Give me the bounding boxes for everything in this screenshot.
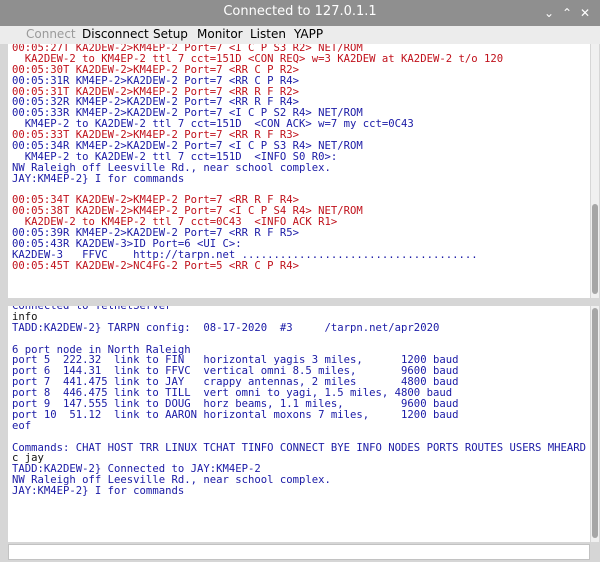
monitor-line: 00:05:31R KM4EP-2>KA2DEW-2 Port=7 <RR C … [12, 74, 300, 87]
menu-disconnect[interactable]: Disconnect [82, 27, 149, 41]
menu-monitor[interactable]: Monitor [197, 27, 243, 41]
terminal-line: TADD:KA2DEW-2} TARPN config: 08-17-2020 … [12, 321, 440, 334]
terminal-lines: Connected to TelnetServer info TADD:KA2DEW… [12, 306, 586, 497]
monitor-line: 00:05:45T KA2DEW-2>NC4FG-2 Port=5 <RR C … [12, 259, 300, 272]
window-title: Connected to 127.0.1.1 [223, 4, 377, 19]
monitor-scrollbar[interactable] [591, 44, 599, 298]
menu-connect[interactable]: Connect [26, 27, 76, 41]
monitor-line: JAY:KM4EP-2} I for commands [12, 172, 185, 185]
close-icon[interactable]: ✕ [578, 6, 592, 20]
monitor-scroll-thumb[interactable] [592, 204, 598, 294]
menu-bar: Connect Disconnect Setup Monitor Listen … [0, 26, 600, 44]
maximize-icon[interactable]: ⌃ [560, 6, 574, 20]
terminal-line: JAY:KM4EP-2} I for commands [12, 485, 185, 498]
monitor-output-pane[interactable]: 00:05:27T KA2DEW-2>KM4EP-2 Port=7 <I C P… [8, 44, 590, 299]
terminal-line: eof [12, 419, 32, 432]
terminal-scrollbar[interactable] [591, 306, 599, 542]
command-input[interactable] [8, 544, 590, 560]
menu-listen[interactable]: Listen [250, 27, 286, 41]
monitor-lines: 00:05:27T KA2DEW-2>KM4EP-2 Port=7 <I C P… [12, 44, 503, 272]
terminal-output-pane[interactable]: Connected to TelnetServer info TADD:KA2DEW… [8, 306, 590, 542]
terminal-line: Commands: CHAT HOST TRR LINUX TCHAT TINF… [12, 441, 587, 454]
window-titlebar[interactable]: Connected to 127.0.1.1 ⌄ ⌃ ✕ [0, 0, 600, 26]
terminal-line: port 10 51.12 link to AARON horizontal m… [12, 408, 459, 421]
menu-setup[interactable]: Setup [153, 27, 188, 41]
menu-yapp[interactable]: YAPP [294, 27, 323, 41]
pane-divider[interactable] [0, 298, 600, 306]
minimize-icon[interactable]: ⌄ [542, 6, 556, 20]
terminal-scroll-thumb[interactable] [592, 308, 598, 538]
